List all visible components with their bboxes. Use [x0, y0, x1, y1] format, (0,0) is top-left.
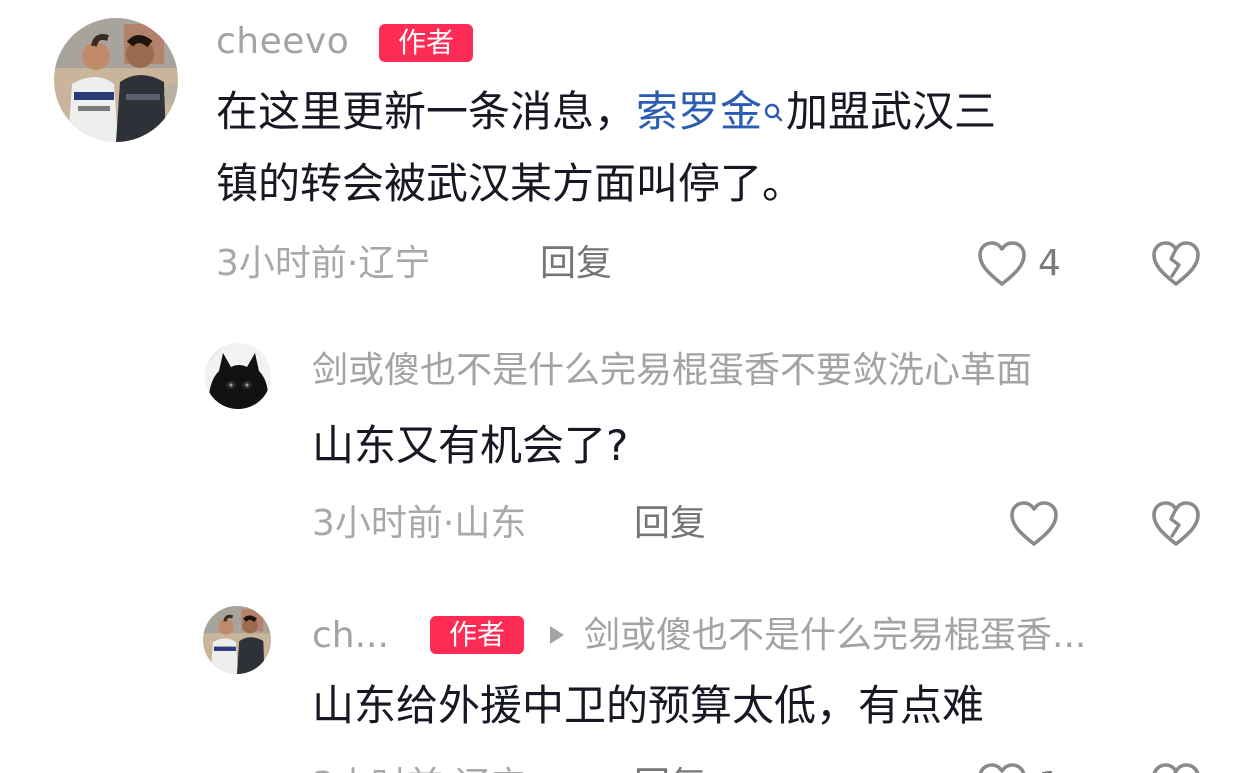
reply-button[interactable]: 回复 — [634, 764, 706, 773]
comment-text-part: 在这里更新一条消息， — [216, 87, 637, 136]
username[interactable]: ch... — [312, 614, 389, 658]
heart-outline-icon[interactable] — [1008, 500, 1060, 548]
avatar[interactable] — [203, 606, 271, 674]
heart-outline-icon[interactable] — [976, 762, 1028, 773]
comment-text-line: 镇的转会被武汉某方面叫停了。 — [216, 159, 805, 208]
reply-to-username[interactable]: 剑或傻也不是什么完易棍蛋香... — [584, 614, 1086, 658]
like-count: 4 — [1038, 243, 1061, 284]
search-icon — [762, 84, 786, 140]
comment-meta: 3小时前·辽宁 — [312, 764, 526, 773]
username[interactable]: cheevo — [216, 20, 349, 64]
comment-meta: 3小时前·山东 — [312, 503, 527, 544]
broken-heart-icon[interactable] — [1150, 500, 1202, 548]
broken-heart-icon[interactable] — [1150, 762, 1202, 773]
triangle-right-icon — [548, 624, 566, 646]
comment-text: 在这里更新一条消息，索罗金 加盟武汉三 — [216, 84, 996, 140]
heart-outline-icon[interactable] — [976, 240, 1028, 288]
avatar[interactable] — [205, 343, 271, 409]
comment-meta: 3小时前·辽宁 — [216, 243, 431, 284]
reply-button[interactable]: 回复 — [634, 502, 706, 546]
author-badge: 作者 — [430, 616, 524, 654]
comment-thread: cheevo 作者 在这里更新一条消息，索罗金 加盟武汉三 镇的转会被武汉某方面叫… — [0, 0, 1247, 773]
comment-text: 山东又有机会了? — [312, 421, 629, 470]
author-badge: 作者 — [379, 24, 473, 62]
reply-button[interactable]: 回复 — [540, 242, 612, 286]
broken-heart-icon[interactable] — [1150, 240, 1202, 288]
avatar[interactable] — [54, 18, 178, 142]
username[interactable]: 剑或傻也不是什么完易棍蛋香不要敛洗心革面 — [312, 349, 1032, 393]
mention-link[interactable]: 索罗金 — [636, 87, 786, 136]
comment-text-part: 加盟武汉三 — [786, 87, 997, 136]
comment-text: 山东给外援中卫的预算太低，有点难 — [312, 681, 985, 730]
like-count: 1 — [1038, 764, 1061, 773]
